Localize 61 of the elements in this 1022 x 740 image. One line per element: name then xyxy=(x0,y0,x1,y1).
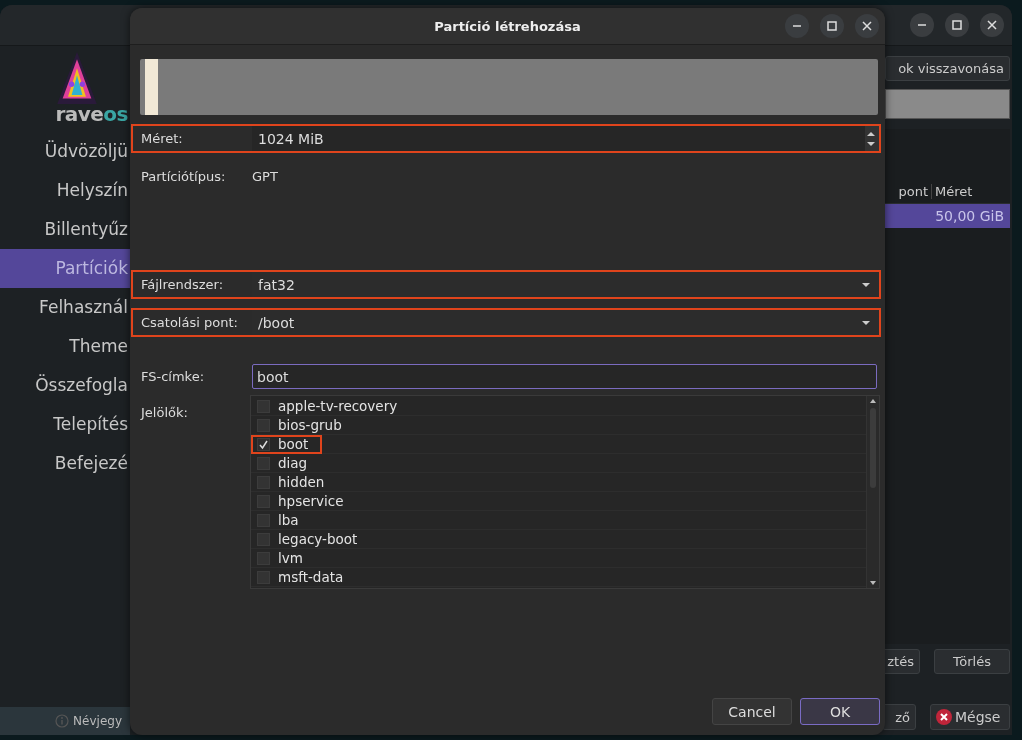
undo-button[interactable]: ok visszavonása xyxy=(885,56,1010,81)
scroll-down-icon[interactable] xyxy=(870,581,876,585)
maximize-icon xyxy=(827,21,837,31)
scroll-up-icon[interactable] xyxy=(870,399,876,403)
sidebar-item[interactable]: Telepítés xyxy=(0,405,130,444)
field-label: FS-címke: xyxy=(140,369,206,384)
table-cell-text: 50,00 GiB xyxy=(934,208,1005,224)
cancel-icon xyxy=(936,709,952,725)
close-button[interactable] xyxy=(980,13,1004,37)
minimize-button[interactable] xyxy=(910,13,934,37)
action-button[interactable]: Törlés xyxy=(934,649,1010,674)
sidebar-item[interactable]: Partíciók xyxy=(0,249,130,288)
flag-label[interactable]: diag xyxy=(278,455,308,471)
spin-arrows-icon[interactable] xyxy=(865,126,879,151)
nav-button[interactable]: ző xyxy=(882,704,916,730)
dialog-title: Partíció létrehozása xyxy=(434,18,581,34)
cancel-button[interactable]: Cancel xyxy=(712,698,792,725)
sidebar-item[interactable]: Befejezé xyxy=(0,444,130,483)
cancel-button[interactable]: Mégse xyxy=(930,704,1010,730)
sidebar-item[interactable]: Összefogla xyxy=(0,366,130,405)
sidebar-item[interactable]: Felhasznál xyxy=(0,288,130,327)
flag-label[interactable]: legacy-boot xyxy=(278,531,358,547)
sidebar-item[interactable]: Theme xyxy=(0,327,130,366)
flag-label[interactable]: lba xyxy=(278,512,299,528)
sidebar-item[interactable]: Billentyűz xyxy=(0,210,130,249)
flag-label[interactable]: msft-data xyxy=(278,569,344,585)
maximize-icon xyxy=(952,20,962,30)
field-label: Partíciótípus: xyxy=(140,169,227,184)
field-label: Fájlrendszer: xyxy=(140,277,225,292)
info-icon xyxy=(55,714,70,728)
label-input-field[interactable]: boot xyxy=(252,364,877,389)
flag-label[interactable]: hpservice xyxy=(278,493,344,509)
size-spinbox[interactable]: 1024 MiB xyxy=(252,126,879,151)
field-label: Jelölők: xyxy=(139,404,189,422)
maximize-button[interactable] xyxy=(945,13,969,37)
flag-label[interactable]: apple-tv-recovery xyxy=(278,398,398,414)
field-label: Méret: xyxy=(140,131,184,146)
ok-button[interactable]: OK xyxy=(800,698,880,725)
flag-label[interactable]: hidden xyxy=(278,474,325,490)
flag-label[interactable]: bios-grub xyxy=(278,417,342,433)
minimize-button[interactable] xyxy=(785,14,809,38)
logo-icon xyxy=(55,52,99,104)
flag-label[interactable]: boot xyxy=(278,436,309,452)
scrollbar[interactable] xyxy=(866,396,879,588)
flag-label[interactable]: lvm xyxy=(278,550,303,566)
partition-slice xyxy=(145,59,158,115)
maximize-button[interactable] xyxy=(820,14,844,38)
field-label: Csatolási pont: xyxy=(140,315,239,330)
table-row[interactable]: 50,00 GiB xyxy=(885,204,1010,228)
minimize-icon xyxy=(918,24,926,26)
minimize-icon xyxy=(793,25,801,27)
field-value: GPT xyxy=(252,169,278,184)
sidebar-item[interactable]: Helyszín xyxy=(0,171,130,210)
checkbox[interactable] xyxy=(257,437,270,451)
close-icon xyxy=(862,21,872,31)
close-icon xyxy=(987,20,997,30)
column-header[interactable]: Méret xyxy=(932,183,976,199)
close-button[interactable] xyxy=(855,14,879,38)
sidebar-item[interactable]: Üdvözöljü xyxy=(0,132,130,171)
about-button[interactable]: Névjegy xyxy=(73,714,122,728)
logo-wordmark: raveos xyxy=(55,104,128,124)
